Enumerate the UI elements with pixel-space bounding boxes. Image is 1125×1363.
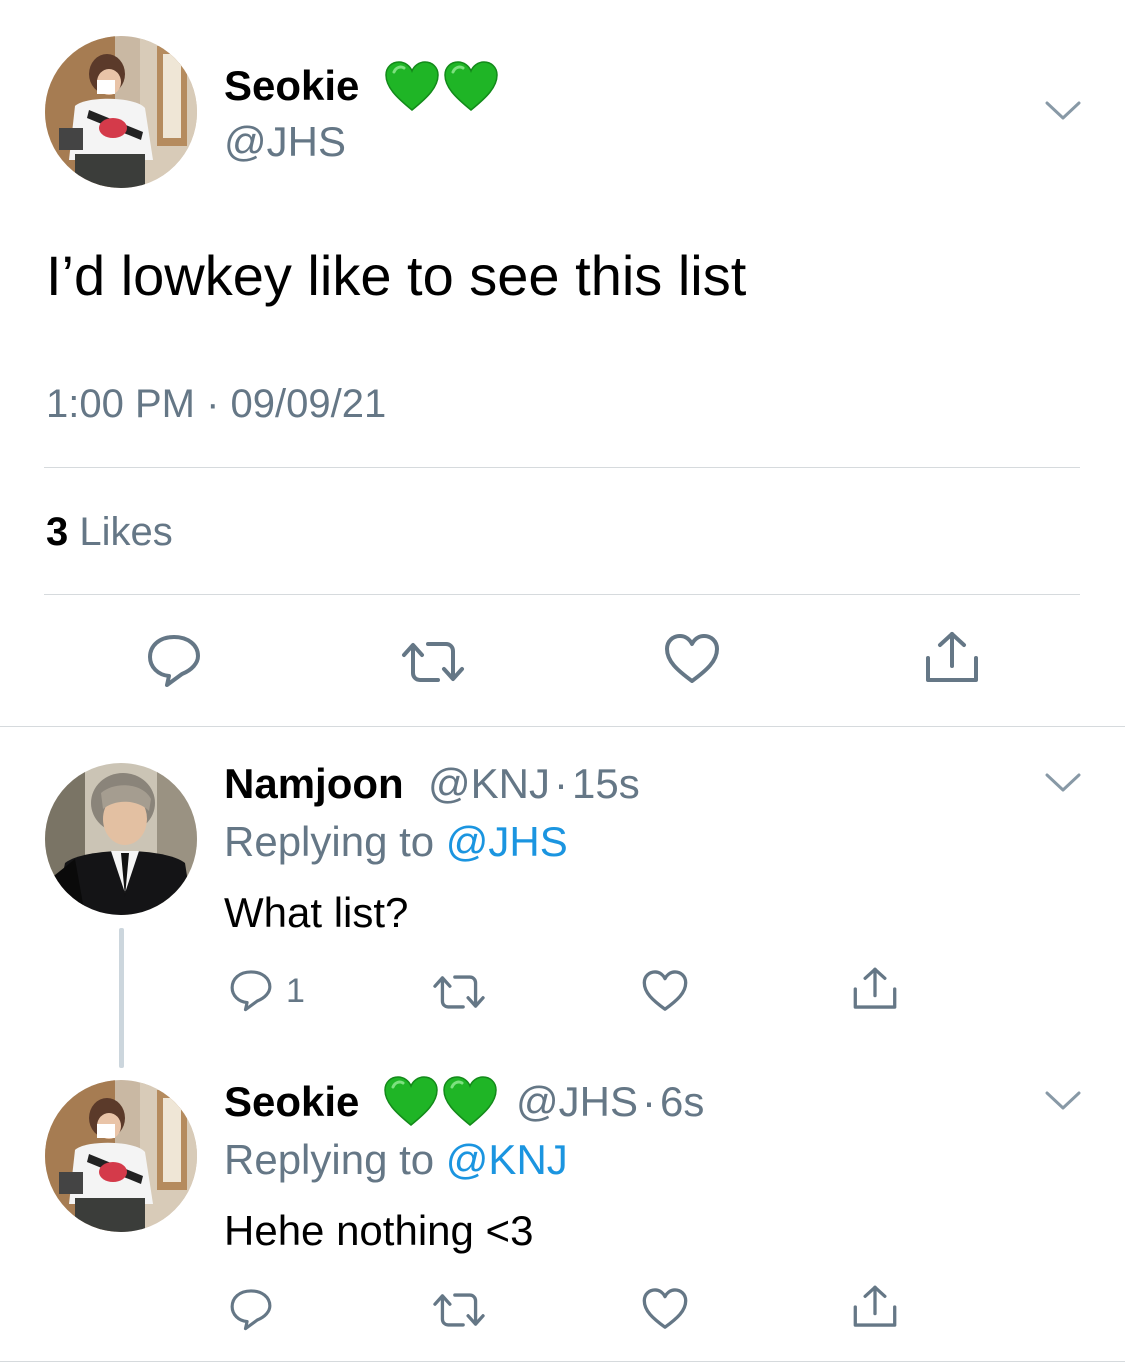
reply-text: Hehe nothing <3 xyxy=(224,1207,534,1254)
like-icon[interactable] xyxy=(641,1287,689,1331)
reply-meta: @JHS·6s xyxy=(516,1078,704,1126)
reply-icon[interactable] xyxy=(229,968,273,1012)
replying-to-label: Replying to xyxy=(224,818,435,865)
chevron-down-icon[interactable] xyxy=(1045,101,1081,121)
reply-time: 6s xyxy=(659,1078,705,1125)
retweet-icon[interactable] xyxy=(398,637,468,687)
replying-to: Replying to @KNJ xyxy=(224,1136,568,1184)
reply-icon[interactable] xyxy=(229,1287,273,1331)
share-icon[interactable] xyxy=(852,966,898,1012)
share-icon[interactable] xyxy=(852,1284,898,1330)
reply-text: What list? xyxy=(224,889,409,936)
reply-author-handle[interactable]: @KNJ xyxy=(428,760,550,807)
thread-connector-line xyxy=(119,928,124,1068)
replying-to-label: Replying to xyxy=(224,1136,435,1183)
avatar-image xyxy=(45,36,197,188)
share-icon[interactable] xyxy=(924,630,980,686)
replying-to-mention[interactable]: @JHS xyxy=(446,818,568,865)
replying-to: Replying to @JHS xyxy=(224,818,568,866)
tweet-timestamp[interactable]: 1:00 PM · 09/09/21 xyxy=(46,382,386,427)
likes-count: 3 xyxy=(46,510,69,554)
divider xyxy=(44,467,1080,468)
author-avatar[interactable] xyxy=(45,36,197,188)
like-icon[interactable] xyxy=(663,633,721,685)
reply-time: 15s xyxy=(571,760,640,807)
green-heart-emoji-icon xyxy=(443,60,499,112)
green-heart-emoji-icon xyxy=(384,60,440,112)
reply-author-name[interactable]: Seokie xyxy=(224,1078,359,1126)
chevron-down-icon[interactable] xyxy=(1045,773,1081,793)
like-icon[interactable] xyxy=(641,969,689,1013)
avatar-image xyxy=(45,763,197,915)
reply-author-name[interactable]: Namjoon xyxy=(224,760,404,808)
reply-icon[interactable] xyxy=(146,632,202,688)
chevron-down-icon[interactable] xyxy=(1045,1091,1081,1111)
tweet-text: I’d lowkey like to see this list xyxy=(46,244,747,307)
reply-meta: @KNJ·15s xyxy=(428,760,640,808)
author-name[interactable]: Seokie xyxy=(224,62,359,110)
likes-summary[interactable]: 3 Likes xyxy=(46,510,173,555)
divider xyxy=(44,594,1080,595)
likes-label: Likes xyxy=(79,510,173,554)
green-heart-emoji-icon xyxy=(442,1075,498,1127)
reply-author-avatar[interactable] xyxy=(45,1080,197,1232)
replying-to-mention[interactable]: @KNJ xyxy=(446,1136,568,1183)
divider xyxy=(0,726,1125,727)
reply-author-avatar[interactable] xyxy=(45,763,197,915)
reply-author-handle[interactable]: @JHS xyxy=(516,1078,638,1125)
retweet-icon[interactable] xyxy=(430,1289,488,1331)
reply-separator: · xyxy=(641,1078,656,1125)
avatar-image xyxy=(45,1080,197,1232)
divider xyxy=(0,1361,1125,1362)
author-handle[interactable]: @JHS xyxy=(224,118,346,166)
reply-separator: · xyxy=(553,760,568,807)
green-heart-emoji-icon xyxy=(383,1075,439,1127)
retweet-icon[interactable] xyxy=(430,971,488,1013)
reply-count: 1 xyxy=(286,972,305,1010)
